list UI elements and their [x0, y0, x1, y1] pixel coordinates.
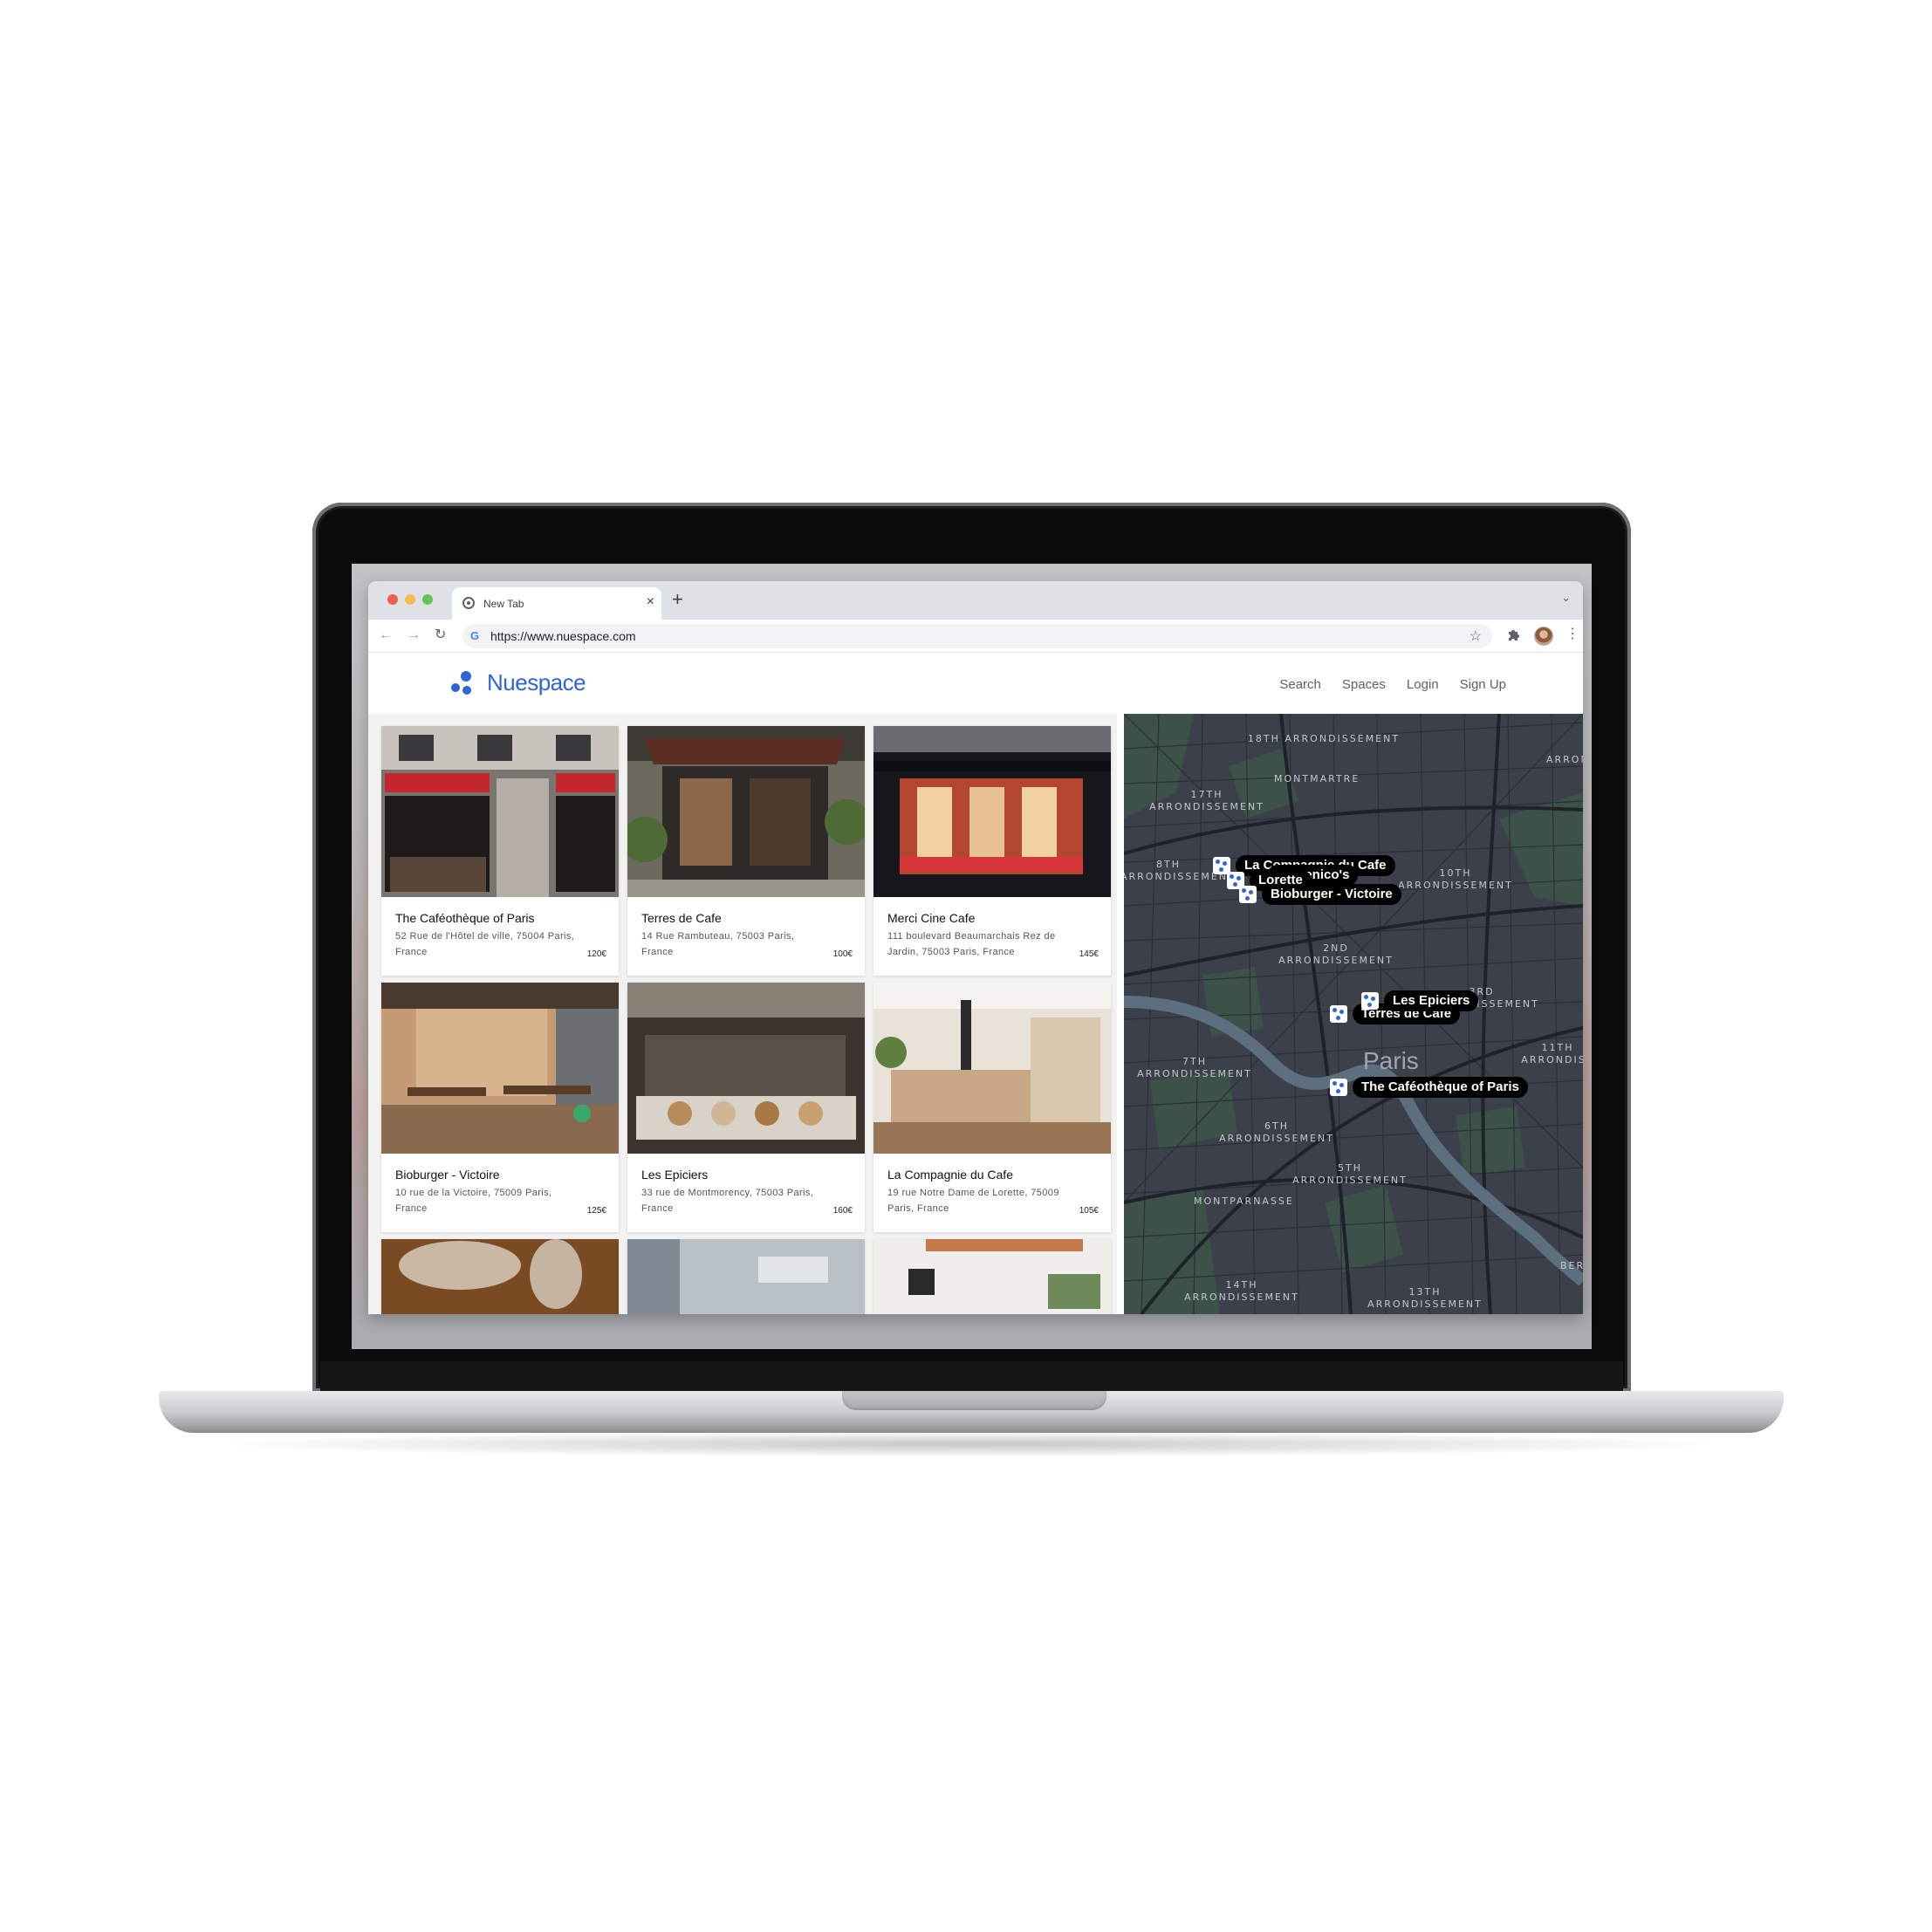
- map-district-label: 14TH ARRONDISSEMENT: [1184, 1279, 1299, 1303]
- listing-card[interactable]: Bioburger - Victoire 10 rue de la Victoi…: [381, 983, 619, 1232]
- chevron-down-icon[interactable]: ⌄: [1561, 591, 1571, 605]
- back-button[interactable]: ←: [379, 626, 393, 645]
- address-bar[interactable]: G https://www.nuespace.com ☆: [462, 624, 1492, 648]
- map-district-label: 8TH ARRONDISSEMENT: [1124, 859, 1236, 882]
- listing-price: 120€: [586, 949, 606, 959]
- pin-marker-icon: [1239, 886, 1257, 903]
- map-district-label: MONTPARNASSE: [1194, 1196, 1294, 1207]
- listing-name: La Compagnie du Cafe: [887, 1168, 1013, 1182]
- listing-photo: [627, 1239, 865, 1314]
- map-district-label: 11TH ARRONDISS: [1521, 1042, 1583, 1065]
- map-district-label: 13TH ARRONDISSEMENT: [1367, 1286, 1483, 1310]
- browser-tab[interactable]: New Tab ×: [452, 587, 661, 620]
- profile-avatar[interactable]: [1534, 627, 1553, 646]
- pin-label: Bioburger - Victoire: [1262, 884, 1401, 905]
- new-tab-button[interactable]: +: [672, 589, 683, 610]
- close-window-button[interactable]: [387, 594, 398, 605]
- url-text[interactable]: https://www.nuespace.com: [490, 629, 636, 643]
- pin-marker-icon: [1361, 992, 1379, 1010]
- map-district-label: 6TH ARRONDISSEMENT: [1219, 1120, 1334, 1144]
- listing-card[interactable]: Les Epiciers 33 rue de Montmorency, 7500…: [627, 983, 865, 1232]
- listing-name: Merci Cine Cafe: [887, 911, 976, 925]
- listing-address: 33 rue de Montmorency, 75003 Paris, Fran…: [641, 1188, 814, 1214]
- listing-photo: [874, 1239, 1111, 1314]
- minimize-window-button[interactable]: [405, 594, 415, 605]
- laptop-bezel: [320, 1361, 1623, 1392]
- listing-card[interactable]: The Caféothèque of Paris 52 Rue de l'Hôt…: [381, 726, 619, 976]
- map-city-label: Paris: [1363, 1047, 1419, 1074]
- listing-address: 111 boulevard Beaumarchais Rez de Jardin…: [887, 931, 1056, 957]
- map-pin[interactable]: The Caféothèque of Paris: [1330, 1077, 1528, 1098]
- map-district-label: 10TH ARRONDISSEMENT: [1398, 867, 1513, 891]
- listing-name: Les Epiciers: [641, 1168, 709, 1182]
- reload-button[interactable]: ↻: [435, 626, 446, 645]
- pin-marker-icon: [1330, 1005, 1347, 1023]
- listing-price: 100€: [832, 949, 853, 959]
- bookmark-star-icon[interactable]: ☆: [1470, 627, 1482, 645]
- chrome-icon: [462, 597, 475, 609]
- listing-name: Terres de Cafe: [641, 911, 722, 925]
- listing-address: 19 rue Notre Dame de Lorette, 75009 Pari…: [887, 1188, 1059, 1214]
- extensions-puzzle-icon[interactable]: [1507, 628, 1519, 641]
- map-pin[interactable]: Bioburger - Victoire: [1239, 884, 1401, 905]
- tab-close-icon[interactable]: ×: [647, 594, 654, 610]
- map-district-label: ARRON: [1546, 754, 1583, 765]
- listing-card[interactable]: Terres de Cafe 14 Rue Rambuteau, 75003 P…: [627, 726, 865, 976]
- listing-price: 125€: [586, 1206, 606, 1216]
- browser-toolbar: ← → ↻ G https://www.nuespace.com ☆ ⋮: [368, 620, 1583, 653]
- map-district-label: BER: [1560, 1260, 1583, 1271]
- nav-signup-link[interactable]: Sign Up: [1460, 677, 1506, 692]
- tab-title: New Tab: [483, 598, 524, 610]
- listing-photo: [381, 726, 619, 897]
- listings-grid: The Caféothèque of Paris 52 Rue de l'Hôt…: [368, 714, 1117, 1314]
- tab-bar: New Tab × + ⌄: [368, 581, 1583, 620]
- browser-menu-icon[interactable]: ⋮: [1565, 625, 1579, 644]
- listing-card[interactable]: [874, 1239, 1111, 1314]
- pin-marker-icon: [1330, 1079, 1347, 1096]
- map-district-label: MONTMARTRE: [1274, 773, 1360, 784]
- laptop-notch: [842, 1391, 1106, 1410]
- map-district-label: 5TH ARRONDISSEMENT: [1292, 1162, 1408, 1186]
- listing-card[interactable]: La Compagnie du Cafe 19 rue Notre Dame d…: [874, 983, 1111, 1232]
- site-nav: Search Spaces Login Sign Up: [1279, 677, 1506, 692]
- listing-address: 14 Rue Rambuteau, 75003 Paris, France: [641, 931, 795, 957]
- listing-card[interactable]: Merci Cine Cafe 111 boulevard Beaumarcha…: [874, 726, 1111, 976]
- listing-address: 10 rue de la Victoire, 75009 Paris, Fran…: [395, 1188, 552, 1214]
- listing-price: 145€: [1079, 949, 1099, 959]
- listing-price: 105€: [1079, 1206, 1099, 1216]
- listing-photo: [874, 726, 1111, 897]
- listing-photo: [627, 726, 865, 897]
- forward-button[interactable]: →: [407, 626, 421, 645]
- logo-text[interactable]: Nuespace: [487, 669, 586, 696]
- listing-photo: [381, 983, 619, 1154]
- google-icon: G: [470, 629, 480, 642]
- nav-login-link[interactable]: Login: [1407, 677, 1439, 692]
- map-district-label: 7TH ARRONDISSEMENT: [1137, 1056, 1252, 1079]
- browser-window: New Tab × + ⌄ ← → ↻ G https://www.nuespa…: [368, 581, 1583, 1314]
- nav-search-link[interactable]: Search: [1279, 677, 1321, 692]
- nav-spaces-link[interactable]: Spaces: [1342, 677, 1386, 692]
- listing-card[interactable]: [381, 1239, 619, 1314]
- map-district-label: 2ND ARRONDISSEMENT: [1278, 942, 1394, 966]
- map-district-label: 18TH ARRONDISSEMENT: [1247, 733, 1401, 744]
- site-header: Nuespace Search Spaces Login Sign Up: [368, 653, 1583, 714]
- maximize-window-button[interactable]: [422, 594, 433, 605]
- nuespace-logo-icon[interactable]: [449, 670, 473, 696]
- map-pin[interactable]: Les Epiciers: [1361, 990, 1479, 1011]
- map-district-label: 17TH ARRONDISSEMENT: [1149, 789, 1264, 812]
- listing-photo: [381, 1239, 619, 1314]
- listing-card[interactable]: [627, 1239, 865, 1314]
- listing-photo: [627, 983, 865, 1154]
- listing-address: 52 Rue de l'Hôtel de ville, 75004 Paris,…: [395, 931, 575, 957]
- pin-label: Les Epiciers: [1384, 990, 1479, 1011]
- listing-name: The Caféothèque of Paris: [395, 911, 535, 925]
- listing-photo: [874, 983, 1111, 1154]
- listing-price: 160€: [832, 1206, 853, 1216]
- map-panel[interactable]: 18TH ARRONDISSEMENT MONTMARTRE 17TH ARRO…: [1124, 714, 1583, 1314]
- listing-name: Bioburger - Victoire: [395, 1168, 500, 1182]
- laptop-shadow: [201, 1431, 1737, 1457]
- pin-label: The Caféothèque of Paris: [1353, 1077, 1528, 1098]
